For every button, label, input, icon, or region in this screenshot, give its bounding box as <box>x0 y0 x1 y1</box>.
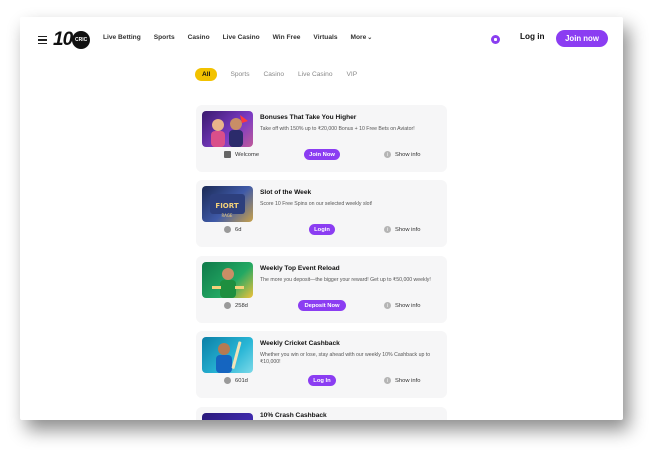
promo-image <box>202 337 253 373</box>
join-now-button[interactable]: Join now <box>556 30 608 47</box>
show-info-label: Show info <box>395 302 421 309</box>
promo-meta: 6d <box>224 226 241 233</box>
promo-image <box>202 262 253 298</box>
nav-virtuals[interactable]: Virtuals <box>313 34 337 41</box>
promo-meta-label: Welcome <box>235 151 260 158</box>
site-logo[interactable]: 10 CRIC <box>53 29 91 50</box>
promo-card: FIORT RAGE Slot of the Week Score 10 Fre… <box>196 180 447 247</box>
show-info-label: Show info <box>395 377 421 384</box>
show-info-button[interactable]: i Show info <box>384 377 420 384</box>
nav-live-casino[interactable]: Live Casino <box>223 34 260 41</box>
promo-meta: 601d <box>224 377 248 384</box>
nav-live-betting[interactable]: Live Betting <box>103 34 141 41</box>
tab-casino[interactable]: Casino <box>264 71 285 78</box>
show-info-label: Show info <box>395 226 421 233</box>
tab-sports[interactable]: Sports <box>230 71 249 78</box>
show-info-button[interactable]: i Show info <box>384 302 420 309</box>
promo-title: Slot of the Week <box>260 189 312 196</box>
info-icon: i <box>384 151 391 158</box>
promo-card: Bonuses That Take You Higher Take off wi… <box>196 105 447 172</box>
tab-vip[interactable]: VIP <box>346 71 357 78</box>
show-info-label: Show info <box>395 151 421 158</box>
chevron-down-icon: ⌄ <box>367 35 373 41</box>
promo-description: Take off with 150% up to ₹20,000 Bonus +… <box>260 126 415 132</box>
promo-illustration <box>212 268 244 298</box>
promo-meta-label: 6d <box>235 226 242 233</box>
promo-card: Weekly Cricket Cashback Whether you win … <box>196 331 447 398</box>
promo-title: 10% Crash Cashback <box>260 412 327 419</box>
promo-card: 10% Crash Cashback <box>196 407 447 420</box>
clock-icon <box>224 302 231 309</box>
logo-text: 10 <box>53 29 73 50</box>
clock-icon <box>224 226 231 233</box>
svg-text:FIORT: FIORT <box>215 202 238 210</box>
tab-all[interactable]: All <box>195 68 218 81</box>
promo-title: Weekly Cricket Cashback <box>260 340 340 347</box>
site-header: 10 CRIC Live Betting Sports Casino Live … <box>20 17 623 63</box>
promo-title: Weekly Top Event Reload <box>260 265 340 272</box>
nav-sports[interactable]: Sports <box>154 34 175 41</box>
logo-ball: CRIC <box>72 31 91 49</box>
nav-casino[interactable]: Casino <box>188 34 210 41</box>
promo-cta-button[interactable]: Deposit Now <box>298 300 346 311</box>
main-nav: Live Betting Sports Casino Live Casino W… <box>103 34 385 41</box>
gift-icon <box>224 151 231 158</box>
promo-meta-label: 258d <box>235 302 248 309</box>
show-info-button[interactable]: i Show info <box>384 151 420 158</box>
info-icon: i <box>384 302 391 309</box>
show-info-button[interactable]: i Show info <box>384 226 420 233</box>
promo-title: Bonuses That Take You Higher <box>260 114 357 121</box>
promo-description: Whether you win or lose, stay ahead with… <box>260 352 431 366</box>
svg-text:RAGE: RAGE <box>222 213 233 218</box>
browser-page: 10 CRIC Live Betting Sports Casino Live … <box>20 17 623 420</box>
promo-filter-tabs: All Sports Casino Live Casino VIP <box>195 68 371 81</box>
info-icon: i <box>384 377 391 384</box>
nav-more[interactable]: More⌄ <box>351 34 373 41</box>
promo-cta-button[interactable]: Join Now <box>304 149 340 160</box>
promo-cta-button[interactable]: Login <box>309 224 335 235</box>
promo-image: FIORT RAGE <box>202 186 253 222</box>
nav-win-free[interactable]: Win Free <box>273 34 301 41</box>
promo-meta: Welcome <box>224 151 259 158</box>
promo-description: The more you deposit—the bigger your rew… <box>260 277 431 283</box>
promo-illustration: FIORT RAGE <box>210 194 245 218</box>
notification-icon[interactable] <box>491 35 500 44</box>
promo-cta-button[interactable]: Log In <box>308 375 336 386</box>
clock-icon <box>224 377 231 384</box>
promo-image <box>202 111 253 147</box>
promo-card: Weekly Top Event Reload The more you dep… <box>196 256 447 323</box>
promo-meta-label: 601d <box>235 377 248 384</box>
info-icon: i <box>384 226 391 233</box>
menu-icon[interactable] <box>38 36 47 45</box>
promo-image <box>202 413 253 420</box>
login-button[interactable]: Log in <box>520 32 545 41</box>
promo-description: Score 10 Free Spins on our selected week… <box>260 201 373 207</box>
nav-more-label: More <box>350 34 367 41</box>
promo-illustration <box>216 341 242 373</box>
promo-meta: 258d <box>224 302 248 309</box>
promo-illustration <box>211 115 248 147</box>
tab-live-casino[interactable]: Live Casino <box>298 71 332 78</box>
